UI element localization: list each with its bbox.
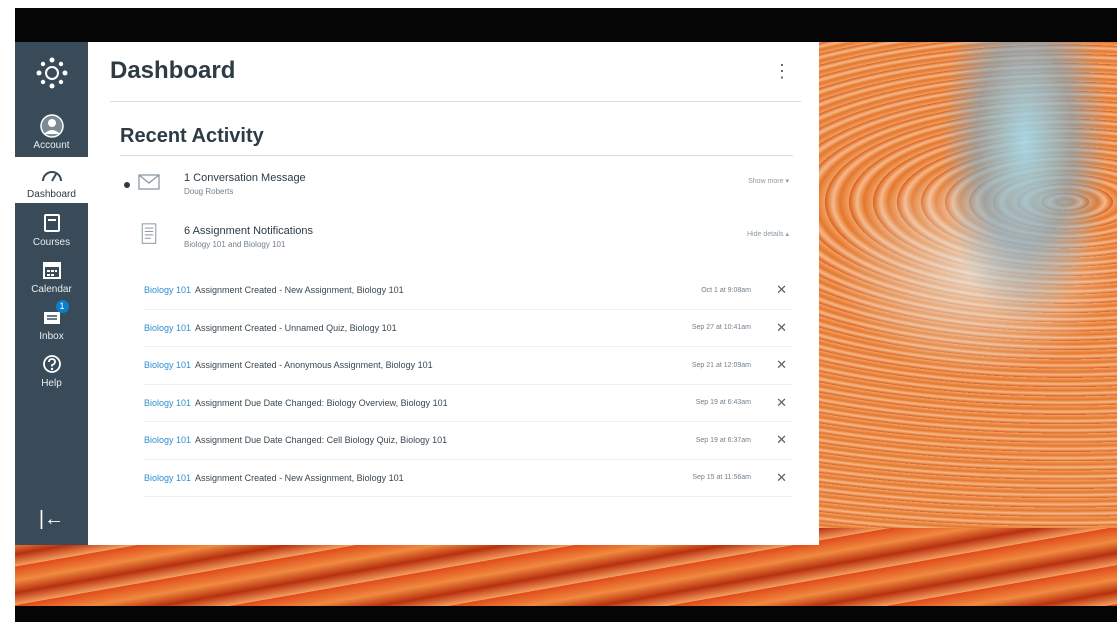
assignment-group-subtitle: Biology 101 and Biology 101 [184, 240, 286, 249]
notification-date: Sep 27 at 10:41am [691, 324, 751, 332]
course-link[interactable]: Biology 101 [144, 398, 191, 408]
nav-dashboard[interactable]: Dashboard [15, 157, 88, 203]
courses-icon [37, 209, 67, 237]
notification-date: Sep 19 at 6:43am [695, 399, 751, 407]
list-item: Biology 101 Assignment Created - Unnamed… [144, 310, 793, 347]
notification-date: Oct 1 at 9:08am [701, 286, 751, 294]
nav-account[interactable]: Account [15, 112, 88, 151]
dashboard-panel: Dashboard ⋮ Recent Activity 1 Conversati… [88, 42, 819, 545]
dashboard-header: Dashboard ⋮ [110, 56, 801, 102]
inbox-unread-badge: 1 [55, 300, 69, 313]
notification-link[interactable]: Assignment Due Date Changed: Biology Ove… [195, 398, 448, 408]
nav-inbox-label: Inbox [39, 331, 64, 342]
global-nav-sidebar: Account Dashboard Courses Calendar 1 Inb… [15, 42, 88, 545]
account-icon [37, 112, 67, 140]
page-title: Dashboard [110, 57, 236, 84]
nav-help-label: Help [41, 378, 62, 389]
notification-link[interactable]: Assignment Created - New Assignment, Bio… [195, 285, 404, 295]
course-link[interactable]: Biology 101 [144, 473, 191, 483]
video-frame: Account Dashboard Courses Calendar 1 Inb… [15, 8, 1117, 622]
help-icon [37, 350, 67, 378]
course-link[interactable]: Biology 101 [144, 285, 191, 295]
nav-courses-label: Courses [32, 237, 71, 248]
letterbox-top [15, 8, 1117, 42]
envelope-icon [138, 174, 160, 190]
list-item: Biology 101 Assignment Due Date Changed:… [144, 422, 793, 460]
assignment-icon [141, 223, 157, 244]
dismiss-close-icon[interactable]: ✕ [776, 282, 787, 298]
notification-date: Sep 19 at 6:37am [695, 436, 751, 444]
dismiss-close-icon[interactable]: ✕ [776, 395, 787, 411]
dismiss-close-icon[interactable]: ✕ [776, 432, 787, 448]
recent-activity-heading: Recent Activity [120, 125, 264, 147]
activity-group-row: 6 Assignment Notifications Biology 101 a… [116, 220, 793, 266]
conversation-group-subtitle: Doug Roberts [184, 187, 234, 196]
unread-indicator [124, 182, 130, 188]
conversation-show-more-toggle[interactable]: Show more ▾ [748, 177, 789, 185]
activity-group-conversation: 1 Conversation Message Doug Roberts Show… [116, 167, 793, 213]
notification-date: Sep 15 at 11:56am [692, 474, 751, 482]
activity-group-assignments: 6 Assignment Notifications Biology 101 a… [116, 220, 793, 266]
inbox-icon: 1 [37, 300, 69, 331]
list-item: Biology 101 Assignment Created - New Ass… [144, 460, 793, 497]
assignment-group-title[interactable]: 6 Assignment Notifications [184, 225, 313, 237]
dismiss-close-icon[interactable]: ✕ [776, 357, 787, 373]
course-link[interactable]: Biology 101 [144, 360, 191, 370]
list-item: Biology 101 Assignment Due Date Changed:… [144, 385, 793, 422]
letterbox-bottom [15, 606, 1117, 622]
activity-group-row: 1 Conversation Message Doug Roberts Show… [116, 167, 793, 213]
calendar-icon [37, 256, 67, 284]
nav-calendar-label: Calendar [31, 284, 72, 295]
nav-inbox[interactable]: 1 Inbox [15, 300, 88, 342]
nav-help[interactable]: Help [15, 350, 88, 389]
screen: Account Dashboard Courses Calendar 1 Inb… [0, 0, 1117, 630]
list-item: Biology 101 Assignment Created - New Ass… [144, 272, 793, 310]
collapse-nav-icon[interactable]: |← [15, 508, 88, 531]
dashboard-options-icon[interactable]: ⋮ [773, 62, 791, 80]
assignment-hide-details-toggle[interactable]: Hide details ▴ [747, 230, 789, 238]
assignment-toggle-label: Hide details [746, 231, 784, 238]
nav-calendar[interactable]: Calendar [15, 256, 88, 295]
nav-dashboard-label: Dashboard [27, 189, 76, 200]
list-item: Biology 101 Assignment Created - Anonymo… [144, 347, 793, 385]
canvas-logo-icon[interactable] [35, 56, 69, 90]
nav-courses[interactable]: Courses [15, 209, 88, 248]
notification-link[interactable]: Assignment Due Date Changed: Cell Biolog… [195, 435, 447, 445]
notification-link[interactable]: Assignment Created - Anonymous Assignmen… [195, 360, 433, 370]
assignment-notification-list: Biology 101 Assignment Created - New Ass… [144, 272, 793, 497]
notification-link[interactable]: Assignment Created - Unnamed Quiz, Biolo… [195, 323, 397, 333]
conversation-toggle-label: Show more [748, 178, 784, 185]
notification-date: Sep 21 at 12:09am [691, 361, 751, 369]
notification-link[interactable]: Assignment Created - New Assignment, Bio… [195, 473, 404, 483]
dismiss-close-icon[interactable]: ✕ [776, 320, 787, 336]
section-divider [120, 155, 793, 156]
conversation-group-title[interactable]: 1 Conversation Message [184, 172, 306, 184]
course-link[interactable]: Biology 101 [144, 435, 191, 445]
dismiss-close-icon[interactable]: ✕ [776, 470, 787, 486]
nav-account-label: Account [33, 140, 70, 151]
dashboard-icon [37, 161, 67, 189]
course-link[interactable]: Biology 101 [144, 323, 191, 333]
